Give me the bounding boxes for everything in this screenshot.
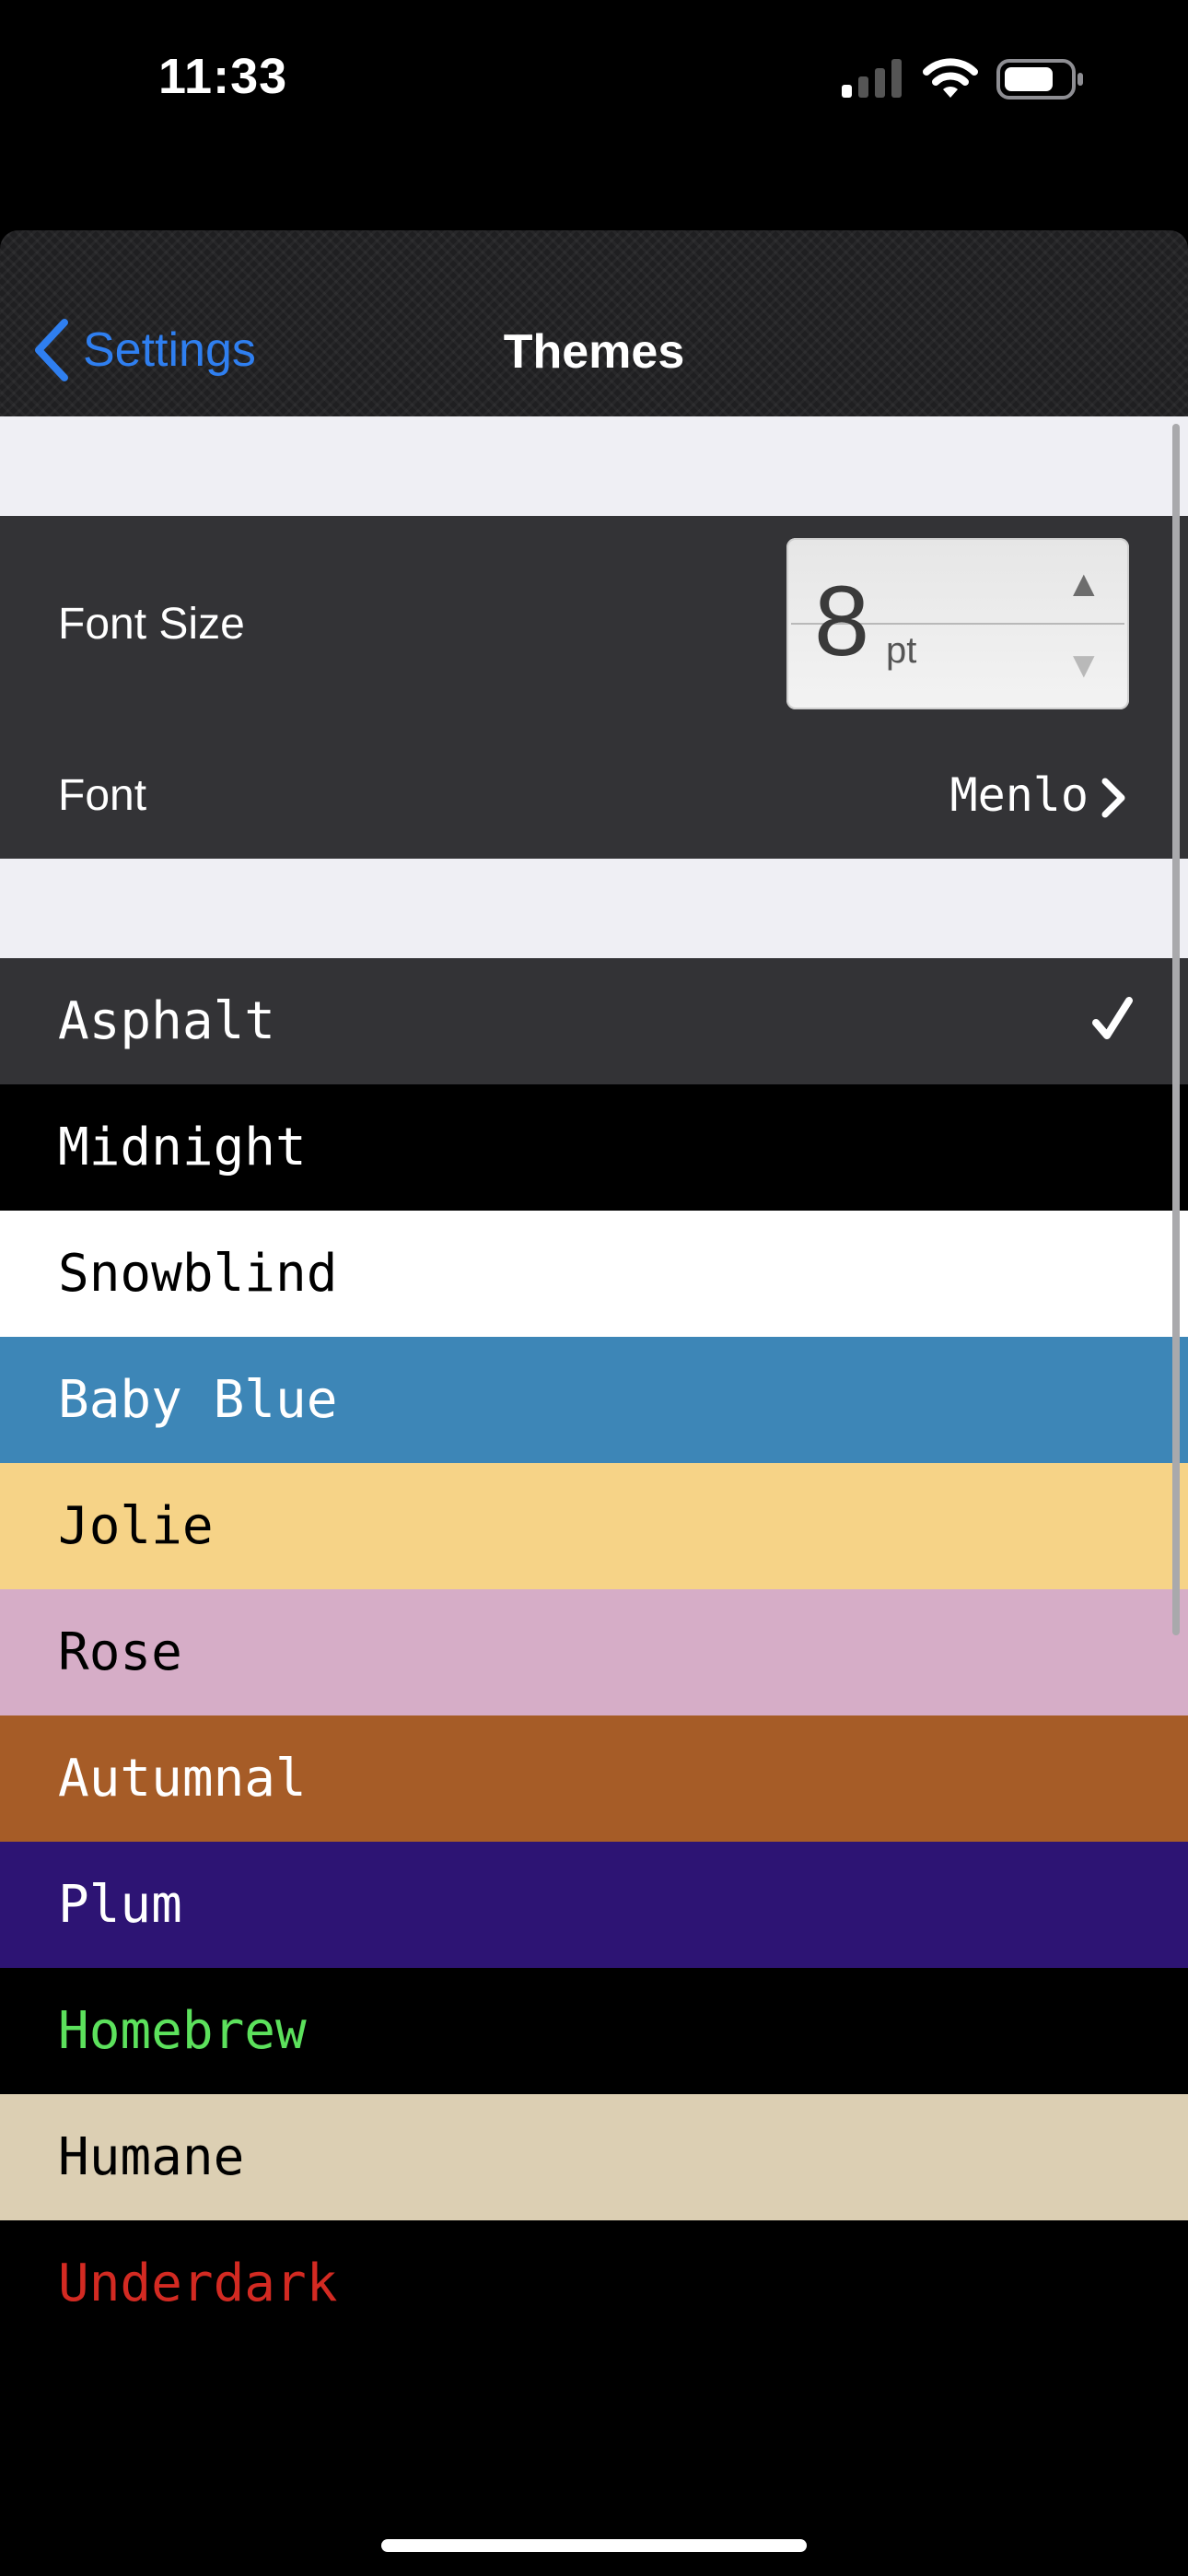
status-time: 11:33 <box>158 49 288 104</box>
theme-name: Underdark <box>58 2254 338 2313</box>
battery-icon <box>996 59 1083 100</box>
theme-row[interactable]: Jolie <box>0 1463 1188 1589</box>
font-size-unit: pt <box>886 630 917 671</box>
font-size-label: Font Size <box>58 600 245 649</box>
theme-name: Jolie <box>58 1496 214 1556</box>
theme-row[interactable]: Homebrew <box>0 1968 1188 2094</box>
theme-name: Baby Blue <box>58 1370 338 1430</box>
theme-name: Plum <box>58 1875 182 1935</box>
scroll-indicator[interactable] <box>1172 424 1180 1635</box>
theme-row[interactable]: Humane <box>0 2094 1188 2220</box>
theme-name: Rose <box>58 1622 182 1682</box>
theme-name: Homebrew <box>58 2001 307 2061</box>
theme-name: Humane <box>58 2127 245 2187</box>
font-size-value: 8 <box>814 565 870 676</box>
theme-row[interactable]: Underdark <box>0 2220 1188 2347</box>
increment-arrow-icon[interactable]: ▲ <box>1066 564 1102 605</box>
page-title: Themes <box>503 325 685 379</box>
decrement-arrow-icon[interactable]: ▼ <box>1066 645 1102 686</box>
cellular-signal-icon <box>842 59 902 98</box>
checkmark-icon <box>1092 997 1133 1039</box>
theme-name: Midnight <box>58 1118 307 1177</box>
font-label: Font <box>58 771 147 820</box>
section-gap <box>0 416 1188 516</box>
section-gap <box>0 859 1188 958</box>
font-value: Menlo <box>949 768 1089 822</box>
theme-row[interactable]: Midnight <box>0 1084 1188 1211</box>
wifi-icon <box>923 58 978 98</box>
theme-name: Asphalt <box>58 991 276 1051</box>
theme-name: Autumnal <box>58 1749 307 1809</box>
theme-name: Snowblind <box>58 1244 338 1304</box>
theme-row[interactable]: Baby Blue <box>0 1337 1188 1463</box>
theme-row[interactable]: Snowblind <box>0 1211 1188 1337</box>
theme-row[interactable]: Rose <box>0 1589 1188 1715</box>
home-indicator[interactable] <box>381 2539 807 2552</box>
chevron-right-icon <box>1101 778 1125 818</box>
theme-row[interactable]: Plum <box>0 1842 1188 1968</box>
theme-row[interactable]: Autumnal <box>0 1715 1188 1842</box>
theme-row[interactable]: Asphalt <box>0 958 1188 1084</box>
